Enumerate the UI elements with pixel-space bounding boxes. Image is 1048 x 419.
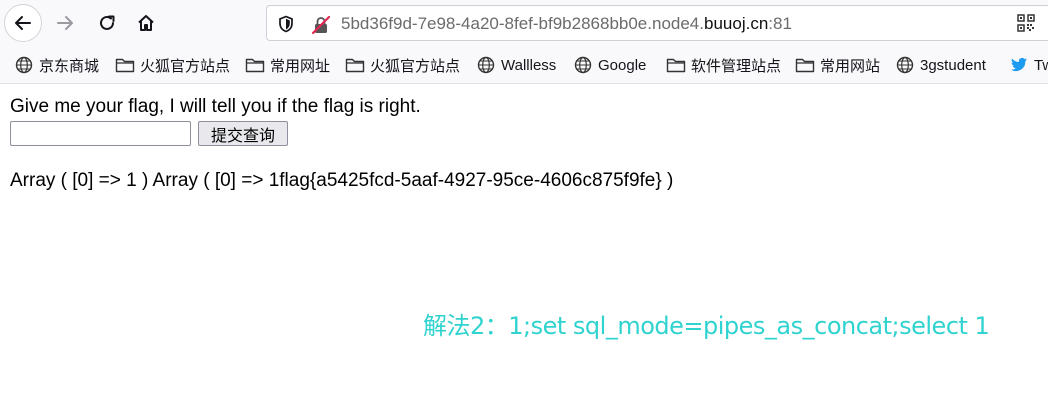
url-host: buuoj.cn — [704, 14, 769, 33]
submit-button[interactable]: 提交查询 — [198, 121, 288, 146]
page-prompt: Give me your flag, I will tell you if th… — [10, 96, 421, 117]
url-port: :81 — [768, 14, 792, 33]
forward-button[interactable] — [46, 4, 84, 42]
folder-icon — [666, 55, 686, 75]
bookmark-jd[interactable]: 京东商城 — [14, 54, 99, 76]
flag-input[interactable] — [10, 121, 191, 146]
folder-icon — [345, 55, 365, 75]
globe-icon — [573, 55, 593, 75]
globe-icon — [14, 55, 34, 75]
bookmark-folder-common[interactable]: 常用网址 — [245, 54, 330, 76]
twitter-bird-icon — [1009, 55, 1029, 75]
bookmark-folder-firefox[interactable]: 火狐官方站点 — [115, 54, 230, 76]
bookmark-folder-firefox-2[interactable]: 火狐官方站点 — [345, 54, 460, 76]
bookmark-folder-sites[interactable]: 常用网站 — [795, 54, 880, 76]
bookmark-label: 常用网站 — [820, 57, 881, 75]
query-result: Array ( [0] => 1 ) Array ( [0] => 1flag{… — [10, 170, 674, 191]
qr-code-icon[interactable] — [1017, 14, 1035, 32]
solution-note: 解法2：1;set sql_mode=pipes_as_concat;selec… — [423, 312, 990, 340]
shield-icon[interactable] — [277, 15, 295, 33]
url-text[interactable]: 5bd36f9d-7e98-4a20-8fef-bf9b2868bb0e.nod… — [341, 14, 792, 34]
url-bar[interactable]: 5bd36f9d-7e98-4a20-8fef-bf9b2868bb0e.nod… — [266, 5, 1048, 41]
insecure-lock-icon[interactable] — [311, 15, 331, 35]
bookmark-label: 火狐官方站点 — [140, 57, 231, 75]
back-button[interactable] — [4, 4, 42, 42]
bookmarks-bar: 京东商城 火狐官方站点 常用网址 火狐官方站点 Wallless Google — [0, 46, 1048, 84]
folder-icon — [795, 55, 815, 75]
bookmark-twitter[interactable]: Tw — [1009, 54, 1048, 76]
home-button[interactable] — [127, 4, 165, 42]
bookmark-label: Wallless — [501, 56, 557, 74]
url-prefix: 5bd36f9d-7e98-4a20-8fef-bf9b2868bb0e.nod… — [341, 14, 704, 33]
folder-icon — [115, 55, 135, 75]
bookmark-label: 京东商城 — [39, 57, 100, 75]
bookmark-label: Tw — [1034, 56, 1048, 74]
bookmark-3gstudent[interactable]: 3gstudent — [895, 54, 986, 76]
navigation-toolbar: 5bd36f9d-7e98-4a20-8fef-bf9b2868bb0e.nod… — [0, 0, 1048, 46]
arrow-left-icon — [15, 16, 31, 30]
reload-icon — [100, 15, 115, 30]
arrow-right-icon — [57, 16, 73, 30]
home-icon — [138, 15, 154, 31]
folder-icon — [245, 55, 265, 75]
bookmark-google[interactable]: Google — [573, 54, 646, 76]
bookmark-wallless[interactable]: Wallless — [476, 54, 556, 76]
reload-button[interactable] — [88, 4, 126, 42]
bookmark-folder-software[interactable]: 软件管理站点 — [666, 54, 781, 76]
globe-icon — [476, 55, 496, 75]
bookmark-label: Google — [598, 56, 647, 74]
bookmark-label: 火狐官方站点 — [370, 57, 461, 75]
bookmark-label: 软件管理站点 — [691, 57, 782, 75]
bookmark-label: 3gstudent — [920, 56, 986, 74]
globe-icon — [895, 55, 915, 75]
bookmark-label: 常用网址 — [270, 57, 331, 75]
